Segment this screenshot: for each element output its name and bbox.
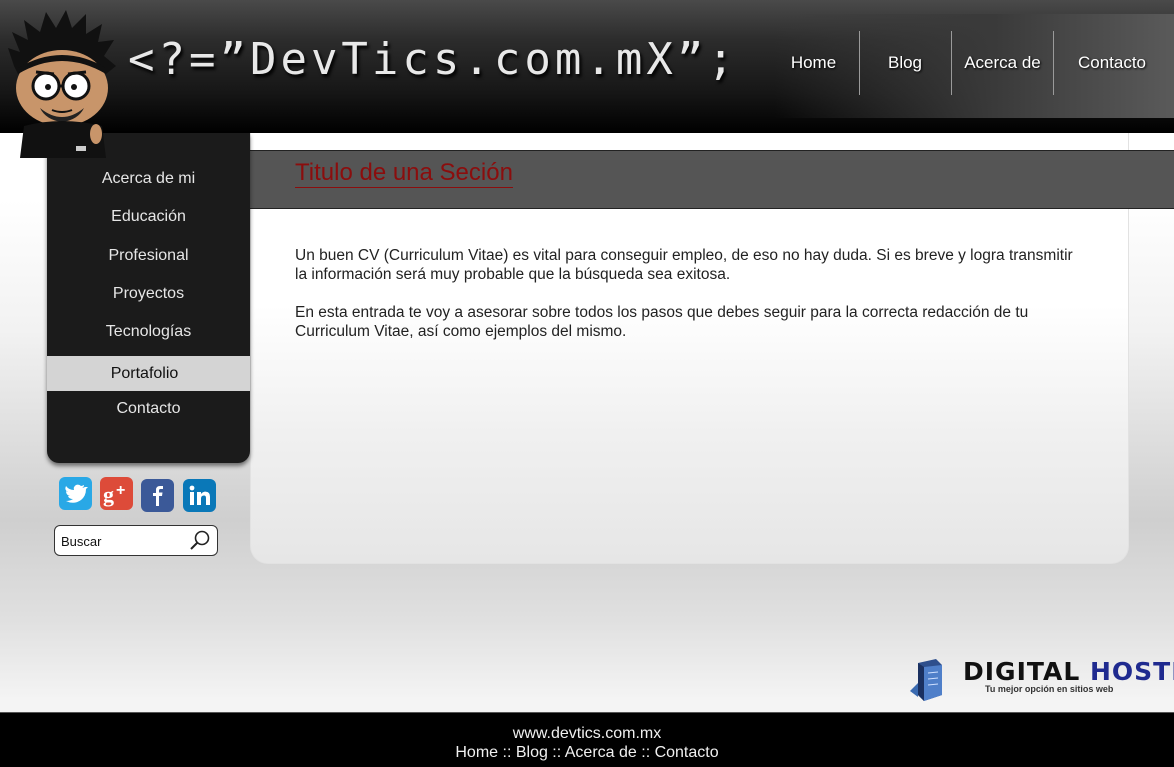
nav-blog[interactable]: Blog [860,31,950,95]
footer-site-url[interactable]: www.devtics.com.mx [0,725,1174,743]
hosting-word-digital: DIGITAL [963,657,1081,686]
site-header: <?=”DevTics.com.mX”; Home Blog Acerca de… [0,0,1174,133]
top-nav: Home Blog Acerca de Contacto [775,14,1174,118]
linkedin-icon[interactable] [183,479,216,512]
nav-home[interactable]: Home [775,31,852,95]
google-plus-icon[interactable]: g + [100,477,133,510]
content-paragraph: En esta entrada te voy a asesorar sobre … [295,304,1029,340]
content-paragraph: Un buen CV (Curriculum Vitae) es vital p… [295,247,1073,283]
hosting-wordmark: DIGITAL HOSTING [963,657,1174,686]
sidebar-item-acerca-de-mi[interactable]: Acerca de mi [47,162,250,196]
avatar [8,10,116,158]
hosting-word-hosting: HOSTING [1090,657,1174,686]
sidebar-menu: Acerca de mi Educación Profesional Proye… [47,133,250,463]
sidebar-item-contacto[interactable]: Contacto [47,392,250,426]
sidebar-item-profesional[interactable]: Profesional [47,239,250,273]
facebook-icon[interactable] [141,479,174,512]
nav-about[interactable]: Acerca de [952,31,1053,95]
site-footer: www.devtics.com.mx Home :: Blog :: Acerc… [0,712,1174,767]
sidebar-item-proyectos[interactable]: Proyectos [47,277,250,311]
twitter-icon[interactable] [59,477,92,510]
search-input[interactable] [59,531,188,551]
svg-text:g: g [103,482,114,507]
section-header-bar: Titulo de una Seción [250,150,1174,209]
sidebar-item-educacion[interactable]: Educación [47,200,250,234]
nav-contact[interactable]: Contacto [1054,31,1170,95]
digital-hosting-logo[interactable]: DIGITAL HOSTING Tu mejor opción en sitio… [908,655,1174,701]
site-logo-text[interactable]: <?=”DevTics.com.mX”; [128,34,738,85]
sidebar-item-portafolio[interactable]: Portafolio [47,356,250,391]
search-icon[interactable] [189,529,211,551]
sidebar-item-tecnologias[interactable]: Tecnologías [47,315,250,349]
footer-links[interactable]: Home :: Blog :: Acerca de :: Contacto [0,744,1174,762]
server-icon [910,659,942,701]
section-title: Titulo de una Seción [295,159,513,188]
search-box [54,525,218,556]
hosting-tagline: Tu mejor opción en sitios web [985,684,1114,694]
svg-text:+: + [116,482,125,499]
